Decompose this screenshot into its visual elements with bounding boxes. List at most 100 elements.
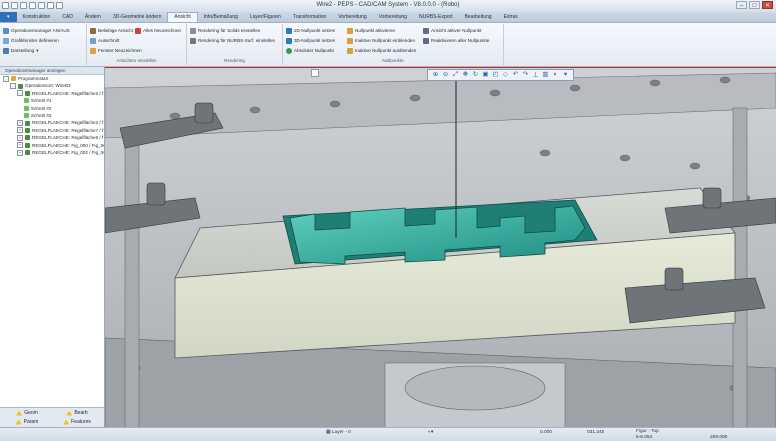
minimize-icon[interactable]: –: [736, 1, 747, 9]
expand-icon[interactable]: +: [17, 120, 23, 127]
reactivate-icon: [423, 37, 429, 44]
figur-label: Figur - Top: [636, 429, 659, 434]
ribbon-group-rendering: Rendering für Solids einstellen Renderin…: [187, 24, 283, 65]
maximize-icon[interactable]: □: [749, 1, 760, 9]
expand-icon[interactable]: +: [17, 149, 23, 156]
tree-item[interactable]: + REGELFLAECHE: Fig_002 / Fig_0C: [0, 149, 104, 156]
layer-indicator[interactable]: ▦ Layer - 0: [326, 430, 351, 435]
group-label: Rendering: [224, 58, 245, 63]
operationsmanager-button[interactable]: Operationsmanager AN/AUS: [3, 26, 70, 35]
tree-item[interactable]: + REGELFLAECHE: Regelfläche6 / f: [0, 134, 104, 141]
tab-transformation[interactable]: Transformation: [287, 13, 332, 22]
tab-3d-geometrie-ändern[interactable]: 3D-Geometrie ändern: [107, 13, 167, 22]
fenster-neuzeichnen-button[interactable]: Fenster Neuzeichnen: [90, 46, 142, 55]
tree-item-label: Schnitt #2: [31, 105, 52, 111]
ausschnitt-button[interactable]: Ausschnitt: [90, 36, 119, 45]
pan-icon[interactable]: ✥: [461, 70, 470, 80]
tree-item[interactable]: Schnitt #2: [0, 105, 104, 112]
collapse-icon[interactable]: -: [10, 83, 16, 90]
group-label: Nullpunkte: [382, 58, 404, 63]
tab-konstruktion[interactable]: Konstruktion: [17, 13, 57, 22]
zoom-in-icon[interactable]: ⊕: [431, 70, 440, 80]
tree-item-label: REGELFLAECHE: Regelfläche6 / f: [32, 135, 104, 141]
rotate-icon[interactable]: ↻: [471, 70, 480, 80]
tree-item-label: REGELFLAECHE: Fig_000 / Fig_0C: [32, 142, 104, 148]
show-icon: [347, 37, 353, 44]
operation-icon: [25, 150, 30, 156]
redo-view-icon[interactable]: ↷: [521, 70, 530, 80]
tree-item-label: REGELFLAECHE: Fig_002 / Fig_0C: [32, 149, 104, 155]
tab-ändern[interactable]: Ändern: [79, 13, 107, 22]
tree-item[interactable]: - Programmstart: [0, 75, 104, 82]
tab-bearb[interactable]: Bearb: [52, 409, 102, 417]
file-menu-button[interactable]: ▾: [0, 12, 17, 22]
cut-icon: [24, 98, 29, 104]
tab-vorbereitung[interactable]: Vorbereitung: [332, 13, 372, 22]
beliebige-ansicht-button[interactable]: Beliebige Ansicht: [90, 26, 133, 35]
nullpunkt-2d-button[interactable]: 2D-Nullpunkt setzen: [286, 26, 335, 35]
expand-icon[interactable]: +: [17, 127, 23, 134]
alles-neuzeichnen-button[interactable]: Alles Neuzeichnen: [135, 26, 181, 35]
origin-2d-icon: [286, 27, 292, 34]
tree-item-label: REGELFLAECHE: Regelfläche2 / f: [32, 120, 104, 126]
group-label: Ansichten einstellen: [116, 58, 157, 63]
close-icon[interactable]: ✕: [762, 1, 773, 9]
nullpunkt-ausblenden-button[interactable]: Inaktive Nullpunkt ausblenden: [347, 46, 416, 55]
tab-geom[interactable]: Geom: [2, 409, 52, 417]
tab-extras[interactable]: Extras: [498, 13, 524, 22]
zoom-readout: 0.000: [540, 430, 553, 435]
collapse-icon[interactable]: -: [17, 90, 23, 97]
tab-features[interactable]: Features: [52, 418, 102, 426]
darstellung-button[interactable]: Darstellung ▾: [3, 46, 39, 55]
measure-icon[interactable]: ⟂: [531, 70, 540, 80]
window-title: Wire2 - PEPS - CAD/CAM System - V8.0.0.0…: [316, 2, 460, 8]
rendering-nurbs-button[interactable]: Rendering für NURBS-Surf. einstellen: [190, 36, 275, 45]
snap-icon[interactable]: ◐▾: [428, 430, 433, 435]
view-top-icon[interactable]: ◰: [491, 70, 500, 80]
reaktivieren-button[interactable]: Reaktivieren aller Nullpunkte: [423, 36, 489, 45]
tree-item[interactable]: Schnitt #3: [0, 112, 104, 119]
collapse-icon[interactable]: -: [3, 75, 9, 82]
view-iso-icon[interactable]: ◇: [501, 70, 510, 80]
tab-ansicht[interactable]: Ansicht: [167, 12, 198, 22]
grafikfenster-button[interactable]: Grafikfenster definieren: [3, 36, 59, 45]
tree-item-label: REGELFLAECHE: Regelfläche7 / f: [32, 127, 104, 133]
tree-item-label: REGELFLAECHE: Regelfläche2 / f: [32, 90, 104, 96]
view-origin-icon: [423, 27, 429, 34]
zoom-out-icon[interactable]: ⊖: [441, 70, 450, 80]
tab-bearbeitung[interactable]: Bearbeitung: [459, 13, 498, 22]
tree-item[interactable]: - REGELFLAECHE: Regelfläche2 / f: [0, 90, 104, 97]
tab-layer-figuren[interactable]: Layer/Figuren: [244, 13, 287, 22]
view-cube-icon[interactable]: [311, 69, 319, 77]
tab-cad[interactable]: CAD: [56, 13, 79, 22]
display-mode-icon[interactable]: ▾: [561, 70, 570, 80]
tree-item[interactable]: + REGELFLAECHE: Regelfläche7 / f: [0, 127, 104, 134]
nullpunkt-einblenden-button[interactable]: Inaktive Nullpunkt einblenden: [347, 36, 415, 45]
cut-icon: [24, 105, 29, 111]
display-icon: [3, 47, 9, 54]
tab-vorbereitung[interactable]: Vorbereitung: [373, 13, 413, 22]
origin-3d-icon: [286, 37, 292, 44]
tab-nurbs-export[interactable]: NURBS-Export: [413, 13, 459, 22]
tree-item[interactable]: - Operationsort: WireD2: [0, 82, 104, 90]
ansicht-nullpunkt-button[interactable]: Ansicht aktiver Nullpunkt: [423, 26, 481, 35]
tab-info-bemaßung[interactable]: Info/Bemaßung: [198, 13, 244, 22]
nullpunkt-aktivieren-button[interactable]: Nullpunkt aktivieren: [347, 26, 395, 35]
fit-icon[interactable]: ⤢: [451, 70, 460, 80]
tab-param[interactable]: Param: [2, 418, 52, 426]
tree-item[interactable]: + REGELFLAECHE: Fig_000 / Fig_0C: [0, 142, 104, 149]
tree-item[interactable]: Schnitt #1: [0, 97, 104, 104]
absoluter-nullpunkt-button[interactable]: Absoluter Nullpunkt: [286, 46, 334, 55]
graphics-viewport[interactable]: ⊕ ⊖ ⤢ ✥ ↻ ▣ ◰ ◇ ↶ ↷ ⟂ ▥ ◐ ▾: [105, 67, 776, 428]
expand-icon[interactable]: +: [17, 142, 23, 149]
nullpunkt-3d-button[interactable]: 3D-Nullpunkt setzen: [286, 36, 335, 45]
undo-view-icon[interactable]: ↶: [511, 70, 520, 80]
tree-item[interactable]: + REGELFLAECHE: Regelfläche2 / f: [0, 119, 104, 127]
ribbon-group-view: Operationsmanager AN/AUS Grafikfenster d…: [0, 24, 87, 65]
ribbon: Operationsmanager AN/AUS Grafikfenster d…: [0, 23, 776, 67]
shading-icon[interactable]: ◐: [551, 70, 560, 80]
view-front-icon[interactable]: ▣: [481, 70, 490, 80]
expand-icon[interactable]: +: [17, 134, 23, 141]
rendering-solids-button[interactable]: Rendering für Solids einstellen: [190, 26, 260, 35]
section-icon[interactable]: ▥: [541, 70, 550, 80]
